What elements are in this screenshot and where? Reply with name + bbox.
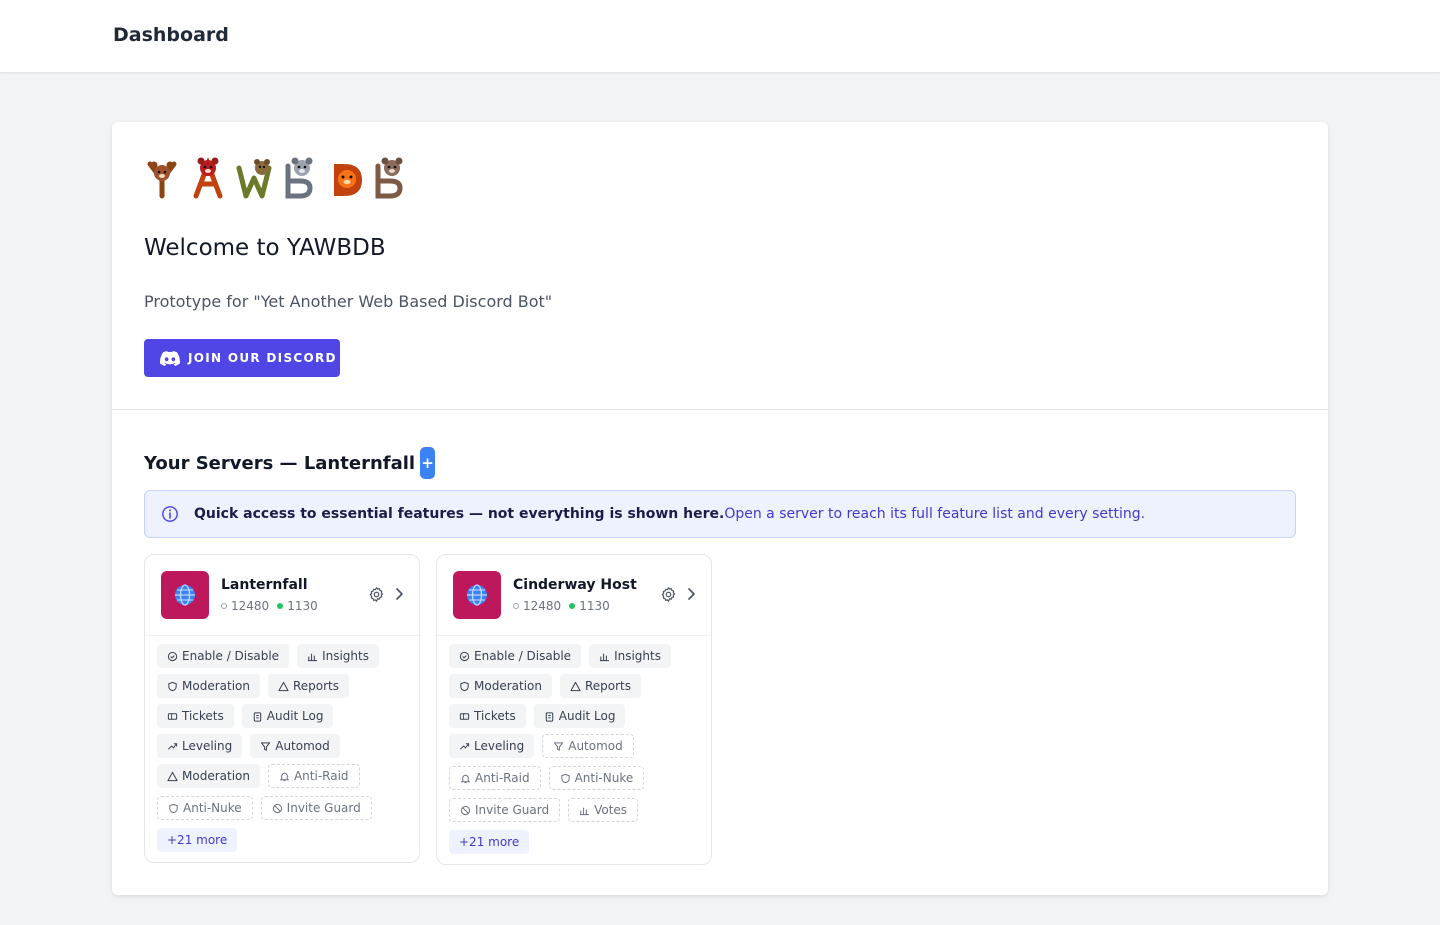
warning-icon [167,771,178,781]
server-name: Cinderway Host [513,577,637,593]
shield-icon [560,773,570,783]
tag-anti-nuke[interactable]: Anti-Nuke [548,766,645,790]
more-features-button[interactable]: +21 more [157,828,238,852]
tag-tickets[interactable]: Tickets [449,704,526,728]
tag-insights[interactable]: Insights [589,644,671,668]
yawbdb-logo [147,156,403,199]
online-dot-icon [569,603,576,609]
ban-icon [272,803,282,813]
notice-strong-text: Quick access to essential features — not… [194,506,725,522]
chart-icon [599,653,610,661]
warning-icon [570,681,581,691]
filter-icon [261,741,271,751]
members-dot-icon [221,603,227,609]
server-name: Lanternfall [221,577,308,593]
chart-icon [580,807,590,815]
chevron-right-icon[interactable] [393,587,405,601]
tag-reports[interactable]: Reports [559,674,641,698]
tag-leveling[interactable]: Leveling [449,734,535,758]
warning-icon [278,681,289,691]
tag-enable-disable[interactable]: Enable / Disable [157,644,290,668]
tag-leveling[interactable]: Leveling [157,734,243,758]
info-icon [161,505,179,523]
member-count: 12480 [231,599,270,613]
server-avatar [161,571,209,619]
more-features-button[interactable]: +21 more [449,830,530,854]
members-dot-icon [513,603,519,609]
ticket-icon [167,712,178,720]
top-bar: Dashboard [0,0,1440,73]
server-stats: 12480 1130 [221,599,318,613]
member-count: 12480 [523,599,562,613]
shield-icon [460,681,469,691]
tag-anti-raid[interactable]: Anti-Raid [449,766,541,790]
welcome-heading: Welcome to YAWBDB [144,235,386,261]
toggle-icon [459,651,470,661]
tag-reports[interactable]: Reports [267,674,349,698]
servers-heading-text: Your Servers — Lanternfall [144,452,416,474]
bell-icon [460,774,471,783]
info-notice: Quick access to essential features — not… [144,490,1296,538]
tag-anti-raid[interactable]: Anti-Raid [267,764,360,788]
tag-automod[interactable]: Automod [542,734,634,758]
server-card-header: Lanternfall 12480 1130 [145,555,419,636]
online-count: 1130 [579,599,610,613]
tag-tickets[interactable]: Tickets [157,704,234,728]
ticket-icon [459,712,470,720]
server-card-lanternfall[interactable]: Lanternfall 12480 1130 Enable / Disable … [144,554,420,863]
settings-gear-icon[interactable] [660,586,677,603]
add-server-button[interactable]: + [420,447,436,479]
server-avatar [453,571,501,619]
tag-insights[interactable]: Insights [297,644,379,668]
tag-enable-disable[interactable]: Enable / Disable [449,644,582,668]
join-discord-button[interactable]: JOIN OUR DISCORD [144,339,340,377]
ban-icon [460,805,471,815]
join-discord-label: JOIN OUR DISCORD [188,351,337,365]
server-card-header: Cinderway Host 12480 1130 [437,555,711,636]
feature-tags: Enable / Disable Insights Moderation Rep… [437,636,711,864]
tag-moderation-2[interactable]: Moderation [157,764,260,788]
clipboard-icon [253,711,261,722]
server-card-cinderway-host[interactable]: Cinderway Host 12480 1130 Enable / Disab… [436,554,712,865]
tag-automod[interactable]: Automod [250,734,340,758]
tag-votes[interactable]: Votes [568,798,639,822]
tag-audit-log[interactable]: Audit Log [241,704,334,728]
dashboard-card: Welcome to YAWBDB Prototype for "Yet Ano… [112,122,1328,895]
discord-icon [160,350,180,366]
server-stats: 12480 1130 [513,599,610,613]
notice-rest-text: Open a server to reach its full feature … [724,506,1146,522]
trend-icon [168,742,178,750]
tag-moderation[interactable]: Moderation [157,674,260,698]
tag-invite-guard[interactable]: Invite Guard [449,798,561,822]
trend-icon [460,742,470,750]
tag-anti-nuke[interactable]: Anti-Nuke [157,796,253,820]
globe-icon [175,584,195,606]
servers-heading: Your Servers — Lanternfall + [144,447,436,479]
shield-icon [168,681,177,691]
settings-gear-icon[interactable] [368,586,385,603]
chevron-right-icon[interactable] [685,587,697,601]
tag-invite-guard[interactable]: Invite Guard [260,796,372,820]
tag-audit-log[interactable]: Audit Log [533,704,626,728]
bell-icon [279,772,290,781]
tag-moderation[interactable]: Moderation [449,674,552,698]
clipboard-icon [545,711,553,722]
toggle-icon [167,651,178,661]
page-title: Dashboard [113,24,229,46]
chart-icon [307,653,318,661]
filter-icon [554,741,564,751]
feature-tags: Enable / Disable Insights Moderation Rep… [145,636,419,862]
shield-icon [169,803,178,813]
welcome-subtitle: Prototype for "Yet Another Web Based Dis… [144,292,553,311]
online-dot-icon [277,603,284,609]
online-count: 1130 [287,599,318,613]
globe-icon [467,584,487,606]
section-divider [112,409,1328,410]
